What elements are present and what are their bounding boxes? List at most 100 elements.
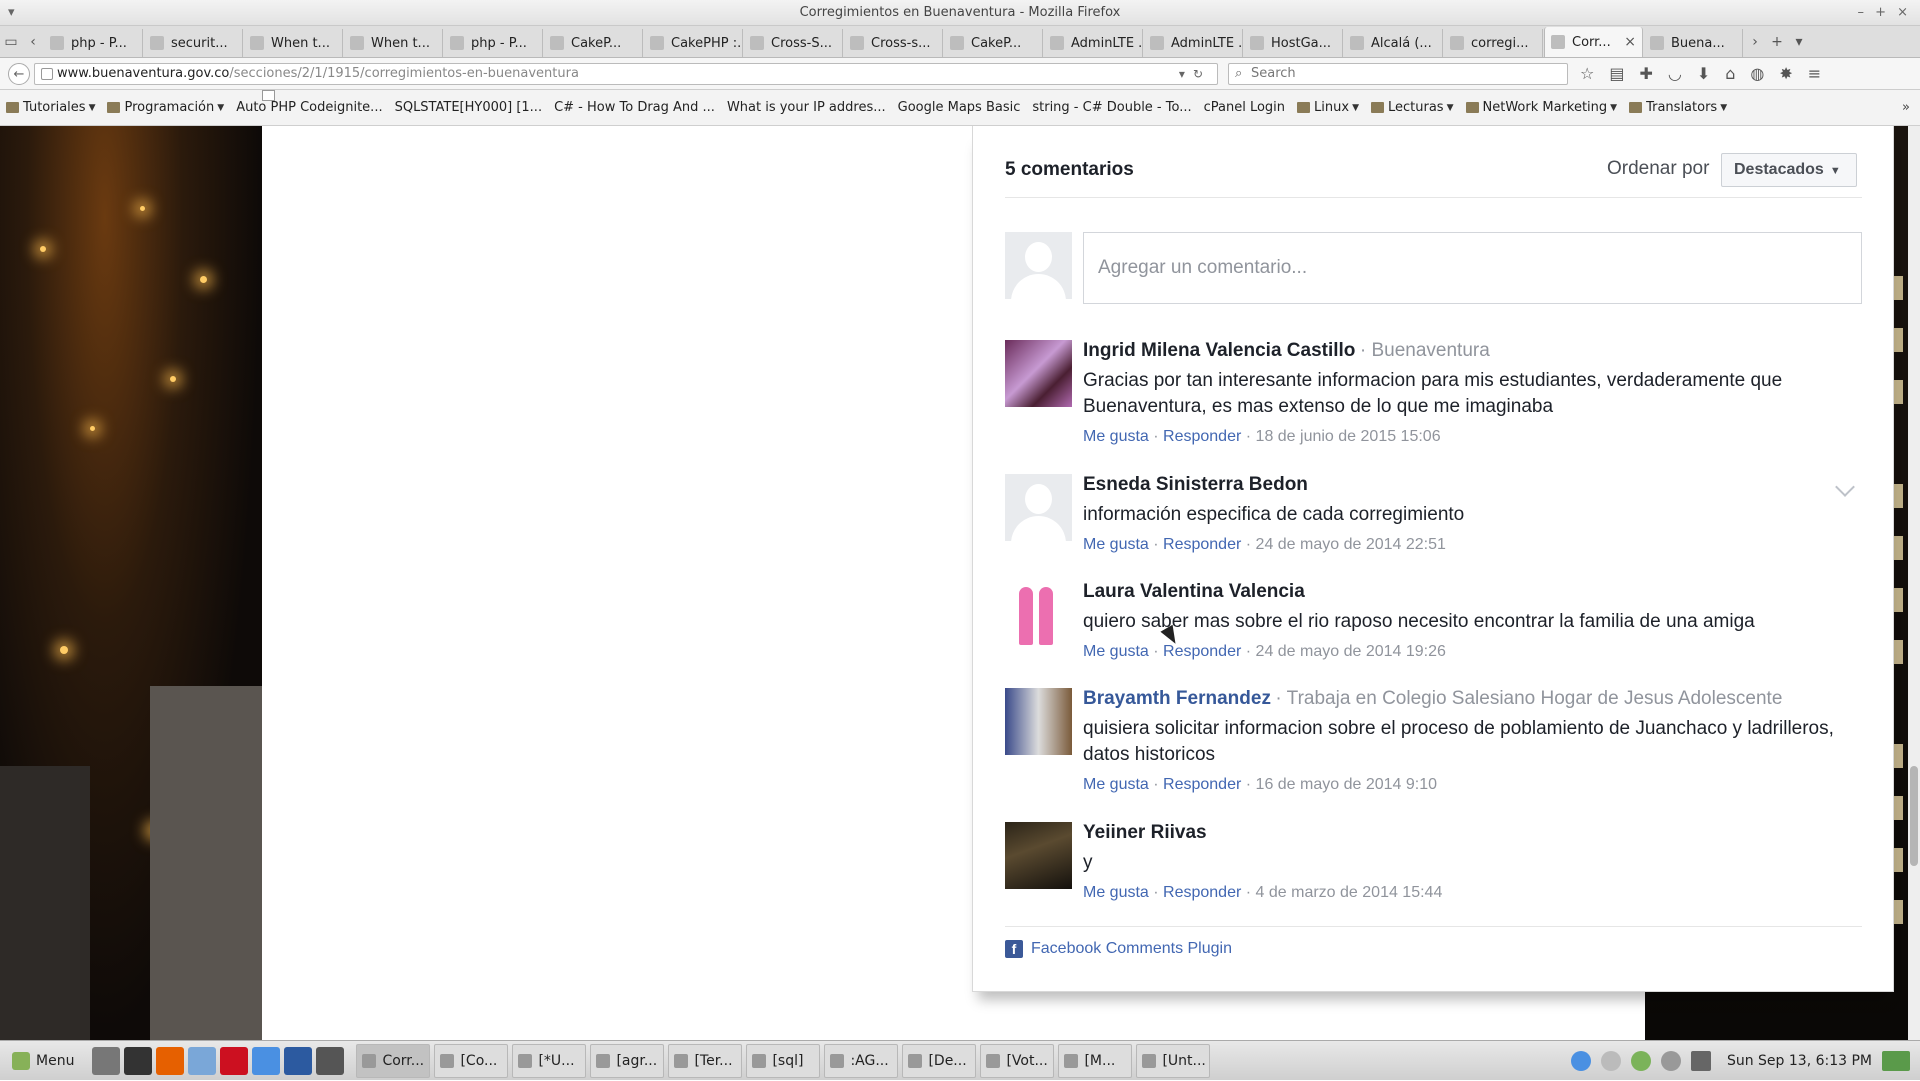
new-tab-icon[interactable]: + [1766, 27, 1788, 57]
bookmark-folder[interactable]: Programación ▼ [107, 100, 224, 115]
browser-tab[interactable]: CakeP... [944, 29, 1043, 57]
browser-tab[interactable]: corregi... [1444, 29, 1543, 57]
comment-input[interactable]: Agregar un comentario... [1083, 232, 1862, 304]
addons-icon[interactable]: ✚ [1639, 64, 1652, 83]
avatar[interactable] [1005, 340, 1072, 407]
bookmark-item[interactable]: What is your IP addres... [262, 90, 886, 115]
browser-tab[interactable]: AdminLTE ... [1144, 29, 1243, 57]
taskbar-window-button[interactable]: [sql] [746, 1043, 821, 1078]
chat-icon[interactable]: ◍ [1750, 64, 1764, 83]
tab-scroll-left-icon[interactable]: ‹ [22, 27, 44, 57]
scrollbar-thumb[interactable] [1910, 766, 1918, 866]
browser-tab[interactable]: HostGa... [1244, 29, 1343, 57]
avatar[interactable] [1005, 581, 1072, 648]
video-editor-icon[interactable] [316, 1046, 345, 1075]
bookmark-folder[interactable]: Linux ▼ [1297, 100, 1359, 115]
url-bar[interactable]: www.buenaventura.gov.co/secciones/2/1/19… [34, 63, 1218, 85]
bookmark-item[interactable]: Auto PHP Codeignite... [236, 90, 383, 115]
update-tray-icon[interactable] [1630, 1051, 1651, 1071]
bookmark-item[interactable]: C# - How To Drag And ... [262, 90, 715, 115]
tab-list-icon[interactable]: ▾ [1788, 27, 1810, 57]
avatar[interactable] [1005, 822, 1072, 889]
home-icon[interactable]: ⌂ [1725, 64, 1735, 83]
bookmark-item[interactable]: Google Maps Basic [262, 90, 1020, 115]
bookmark-star-icon[interactable]: ☆ [1580, 64, 1594, 83]
back-button[interactable]: ← [8, 63, 30, 85]
tab-scroll-right-icon[interactable]: › [1744, 27, 1766, 57]
browser-tab[interactable]: Buena... [1644, 29, 1743, 57]
maximize-icon[interactable]: + [1875, 0, 1886, 26]
window-menu-icon[interactable]: ▾ [8, 0, 15, 26]
taskbar-window-button[interactable]: [Co... [434, 1043, 509, 1078]
like-link[interactable]: Me gusta [1083, 776, 1149, 793]
firefox-launcher-icon[interactable] [156, 1046, 185, 1075]
like-link[interactable]: Me gusta [1083, 428, 1149, 445]
browser-tab[interactable]: CakePHP :... [644, 29, 743, 57]
comment-date[interactable]: · 18 de junio de 2015 15:06 [1246, 428, 1441, 445]
clock[interactable]: Sun Sep 13, 6:13 PM [1727, 1053, 1872, 1069]
tab-group-icon[interactable]: ▭ [0, 27, 22, 57]
reader-view-icon[interactable]: ▤ [1609, 64, 1624, 83]
browser-tab[interactable]: CakeP... [544, 29, 643, 57]
comment-author[interactable]: Yeiiner Riivas [1083, 822, 1207, 843]
extension-icon[interactable]: ✸ [1779, 64, 1792, 83]
terminal-icon[interactable] [124, 1046, 153, 1075]
reply-link[interactable]: Responder [1163, 643, 1241, 660]
bookmark-folder[interactable]: Lecturas ▼ [1370, 100, 1454, 115]
comment-author[interactable]: Laura Valentina Valencia [1083, 581, 1305, 602]
browser-tab[interactable]: php - P... [444, 29, 543, 57]
taskbar-window-button[interactable]: :AG... [824, 1043, 899, 1078]
taskbar-window-button[interactable]: [*U... [512, 1043, 587, 1078]
like-link[interactable]: Me gusta [1083, 884, 1149, 901]
facebook-plugin-link[interactable]: f Facebook Comments Plugin [1005, 940, 1232, 958]
filezilla-icon[interactable] [284, 1046, 313, 1075]
site-info-icon[interactable] [41, 68, 53, 80]
comment-date[interactable]: · 24 de mayo de 2014 22:51 [1246, 536, 1446, 553]
browser-tab[interactable]: securit... [144, 29, 243, 57]
reply-link[interactable]: Responder [1163, 536, 1241, 553]
comment-date[interactable]: · 16 de mayo de 2014 9:10 [1246, 776, 1437, 793]
comment-date[interactable]: · 24 de mayo de 2014 19:26 [1246, 643, 1446, 660]
workspace-switcher-icon[interactable] [1882, 1051, 1910, 1071]
taskbar-window-button[interactable]: [Ter... [668, 1043, 743, 1078]
like-link[interactable]: Me gusta [1083, 536, 1149, 553]
bookmark-item[interactable]: cPanel Login [262, 90, 1285, 115]
reply-link[interactable]: Responder [1163, 776, 1241, 793]
browser-tab[interactable]: When t... [344, 29, 443, 57]
browser-tab[interactable]: Alcalá (... [1344, 29, 1443, 57]
bookmark-folder[interactable]: Tutoriales ▼ [6, 100, 95, 115]
settings-tray-icon[interactable] [1600, 1051, 1621, 1071]
taskbar-window-button[interactable]: [Vot... [980, 1043, 1055, 1078]
comment-date[interactable]: · 4 de marzo de 2014 15:44 [1246, 884, 1443, 901]
minimize-icon[interactable]: – [1858, 0, 1865, 26]
browser-tab[interactable]: When t... [244, 29, 343, 57]
pocket-icon[interactable]: ◡ [1668, 64, 1682, 83]
browser-tab[interactable]: AdminLTE ... [1044, 29, 1143, 57]
close-window-icon[interactable]: × [1897, 0, 1908, 26]
bookmarks-overflow-icon[interactable]: » [1902, 100, 1910, 115]
chrome-launcher-icon[interactable] [252, 1046, 281, 1075]
browser-tab[interactable]: Cross-S... [744, 29, 843, 57]
reply-link[interactable]: Responder [1163, 428, 1241, 445]
reload-icon[interactable]: ↻ [1193, 67, 1211, 81]
url-dropdown-icon[interactable]: ▾ [1179, 67, 1193, 81]
browser-tab[interactable]: Corr... × [1544, 27, 1643, 57]
chrome-tray-icon[interactable] [1570, 1051, 1591, 1071]
virtualbox-icon[interactable] [188, 1046, 217, 1075]
downloads-icon[interactable]: ⬇ [1697, 64, 1710, 83]
show-desktop-icon[interactable] [92, 1046, 121, 1075]
hamburger-menu-icon[interactable]: ≡ [1808, 64, 1821, 83]
browser-tab[interactable]: php - P... [44, 29, 143, 57]
like-link[interactable]: Me gusta [1083, 643, 1149, 660]
avatar[interactable] [1005, 688, 1072, 755]
page-scrollbar[interactable] [1908, 126, 1920, 1040]
volume-icon[interactable] [1660, 1051, 1681, 1071]
start-menu-button[interactable]: Menu [4, 1044, 82, 1078]
bookmark-item[interactable]: string - C# Double - To... [262, 90, 1192, 115]
comment-author[interactable]: Esneda Sinisterra Bedon [1083, 474, 1308, 495]
bookmark-item[interactable]: SQLSTATE[HY000] [1... [262, 90, 542, 115]
taskbar-window-button[interactable]: [M... [1058, 1043, 1133, 1078]
sort-dropdown[interactable]: Destacados ▼ [1721, 153, 1857, 187]
taskbar-window-button[interactable]: [agr... [590, 1043, 665, 1078]
comment-author[interactable]: Brayamth Fernandez [1083, 688, 1271, 709]
